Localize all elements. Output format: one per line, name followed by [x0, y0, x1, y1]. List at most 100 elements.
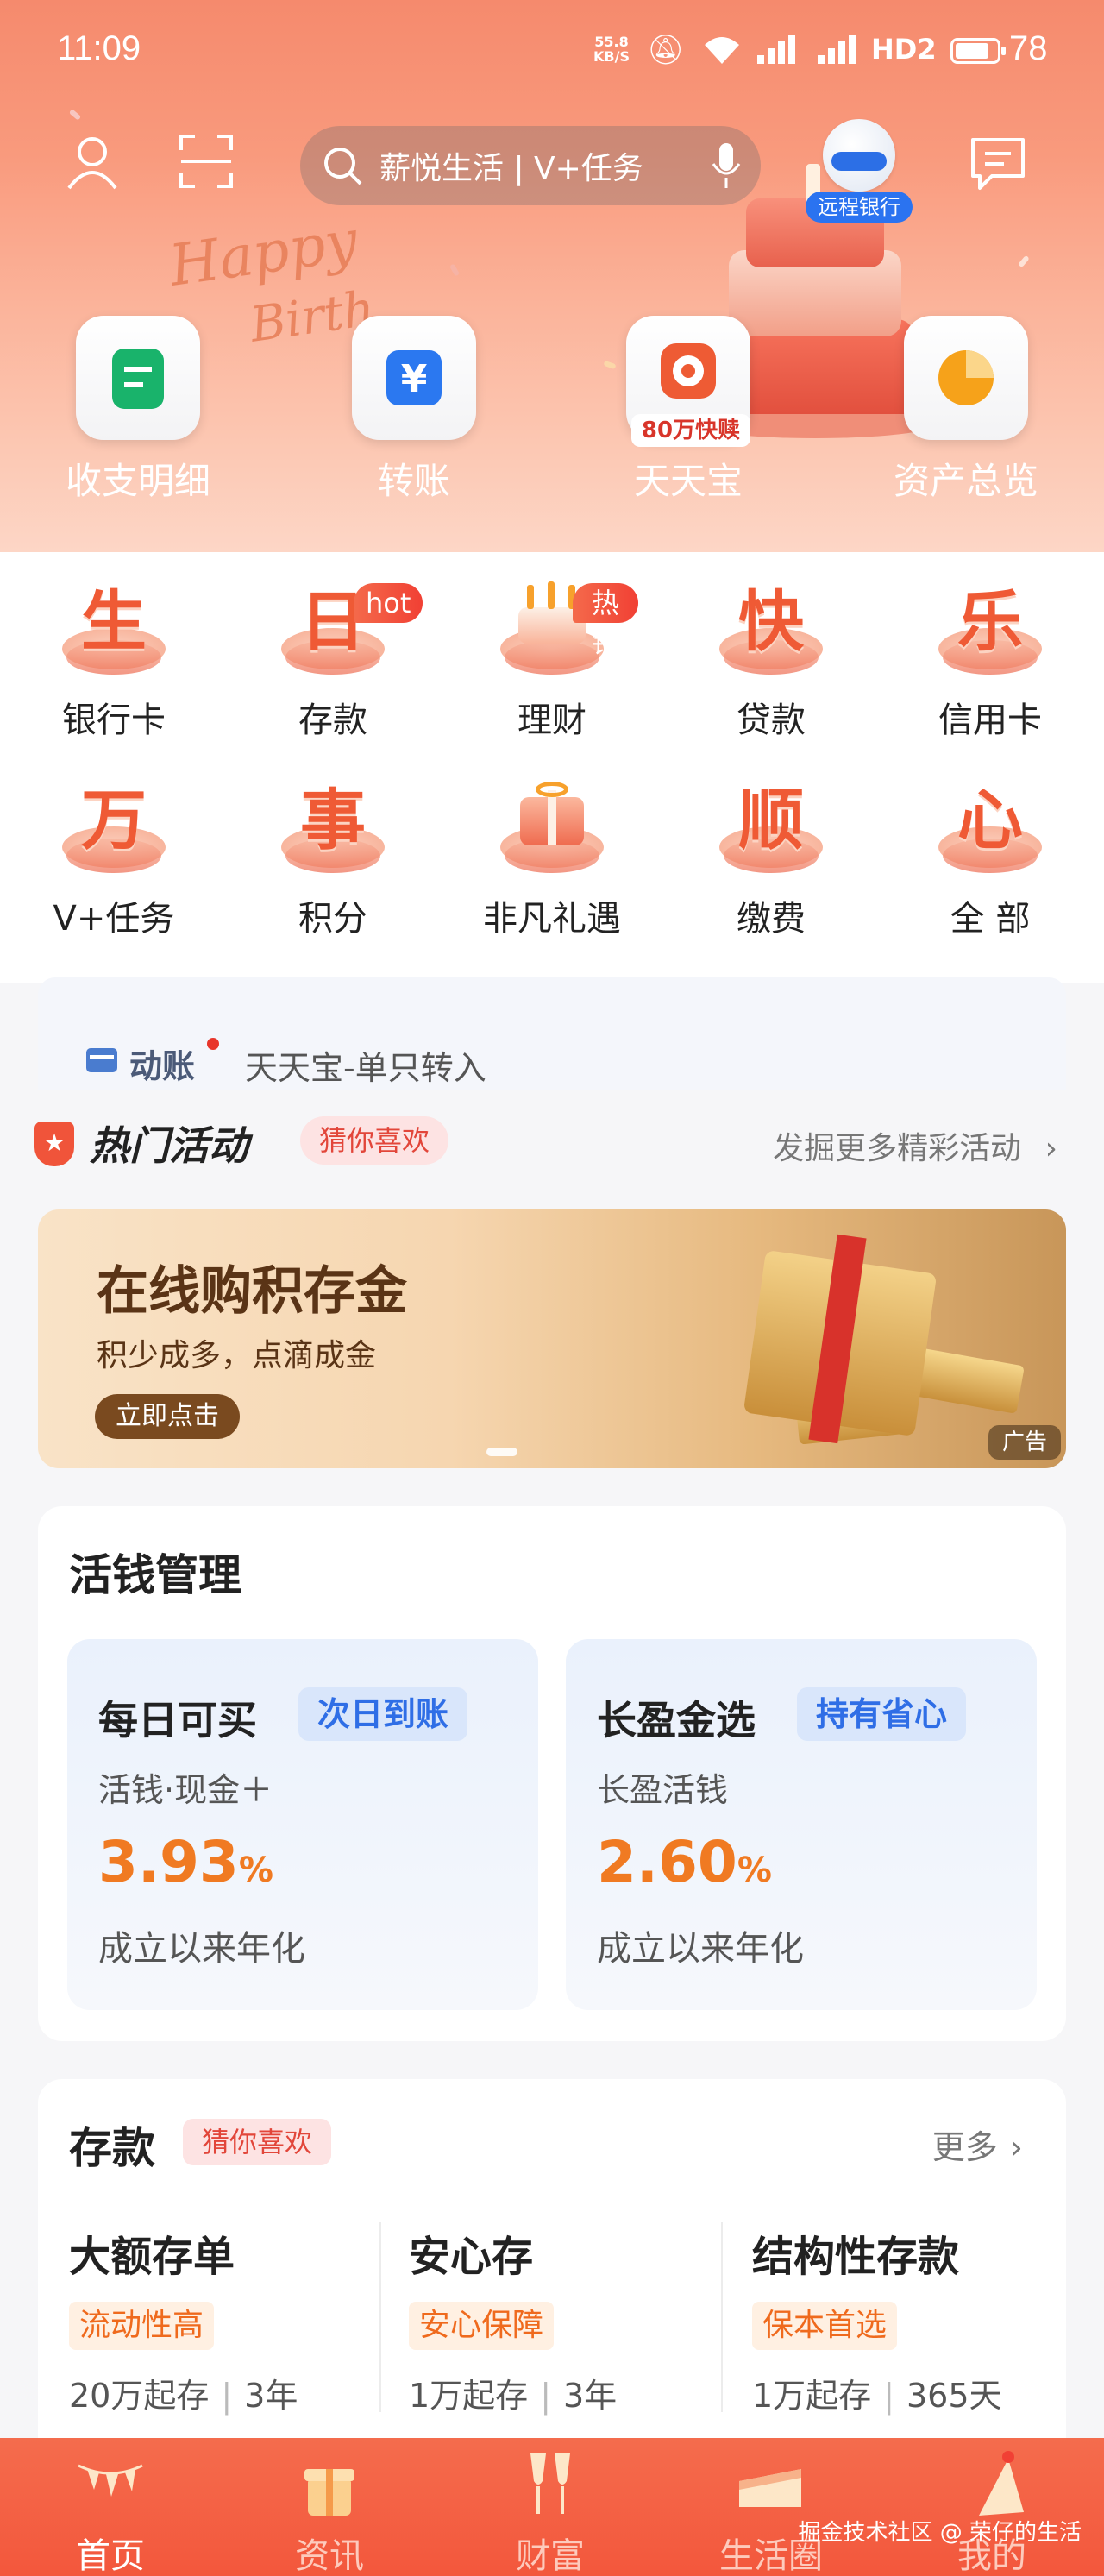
wifi-icon — [705, 37, 739, 64]
tab-home[interactable]: 首页 — [33, 2447, 188, 2576]
confetti — [603, 360, 617, 370]
deposit-tag: 安心保障 — [409, 2302, 555, 2350]
quick-action-assets[interactable]: 资产总览 — [894, 316, 1038, 505]
remote-bank-label: 远程银行 — [806, 192, 913, 223]
signal-icons: 🔕︎ — [647, 33, 693, 67]
confetti — [1018, 254, 1030, 268]
party-hat-icon — [979, 2451, 1024, 2516]
tab-news[interactable]: 资讯 — [252, 2447, 407, 2576]
banner-cta-button[interactable]: 立即点击 — [95, 1394, 240, 1439]
product-pill: 次日到账 — [298, 1687, 468, 1741]
product-card[interactable]: 长盈金选 持有省心 长盈活钱 2.60% 成立以来年化 — [566, 1639, 1037, 2010]
service-all[interactable]: 心 全 部 — [904, 773, 1076, 940]
quick-action-label: 资产总览 — [893, 460, 1038, 502]
divider — [380, 2222, 381, 2412]
gift-box-icon — [496, 773, 608, 885]
quick-action-ledger[interactable]: 收支明细 — [66, 316, 210, 505]
deposit-tag: 流动性高 — [69, 2302, 215, 2350]
activities-title: 热门活动 — [90, 1122, 248, 1169]
banner-subtitle: 积少成多，点滴成金 — [97, 1338, 377, 1373]
watermark-text: 掘金技术社区 @ 荣仔的生活 — [798, 2520, 1082, 2546]
user-profile-icon[interactable] — [62, 131, 122, 192]
service-wealth[interactable]: 热销 理财 — [466, 575, 638, 742]
tab-life[interactable]: 生活圈 — [693, 2447, 849, 2576]
service-privileges[interactable]: 非凡礼遇 — [466, 773, 638, 940]
chevron-right-icon: › — [1044, 1131, 1057, 1166]
hot-tag: hot — [354, 583, 423, 623]
search-input[interactable]: 薪悦生活 | V+任务 — [300, 126, 761, 205]
status-time: 11:09 — [57, 29, 141, 67]
cake-slice-icon — [739, 2469, 801, 2507]
deposit-item[interactable]: 安心存 安心保障 1万起存 | 3年 — [409, 2222, 737, 2416]
unread-dot — [207, 1038, 219, 1050]
tab-wealth[interactable]: 财富 — [473, 2447, 628, 2576]
divider — [721, 2222, 723, 2412]
deposit-more-link[interactable]: 更多 › — [932, 2120, 1023, 2168]
gold-promo-banner[interactable]: 在线购积存金 积少成多，点滴成金 立即点击 广告 — [38, 1209, 1066, 1468]
yuan-transfer-icon: ¥ — [352, 316, 476, 440]
search-icon — [324, 148, 362, 185]
v-task-icon: 万 — [58, 773, 170, 885]
more-activities-link[interactable]: 发掘更多精彩活动 › — [773, 1123, 1057, 1168]
service-points[interactable]: 事 积分 — [247, 773, 419, 940]
hd-label: HD2 — [871, 33, 937, 66]
remote-bank-button[interactable]: 远程银行 — [806, 114, 913, 226]
activities-header: ★ 热门活动 猜你喜欢 发掘更多精彩活动 › — [0, 1094, 1104, 1197]
message-icon[interactable] — [968, 133, 1028, 193]
search-placeholder: 薪悦生活 | V+任务 — [380, 151, 643, 186]
microphone-icon[interactable] — [711, 141, 742, 190]
scan-icon[interactable] — [176, 131, 236, 192]
tab-mine[interactable]: 我的 — [914, 2447, 1070, 2576]
service-v-task[interactable]: 万 V+任务 — [28, 773, 200, 940]
net-speed: 55.8 KB/S — [593, 34, 630, 65]
all-services-icon: 心 — [934, 773, 1046, 885]
service-bank-card[interactable]: 生 银行卡 — [28, 575, 200, 742]
service-deposit[interactable]: 日 hot 存款 — [247, 575, 423, 742]
yield-rate: 2.60% — [597, 1829, 772, 1895]
product-card[interactable]: 每日可买 次日到账 活钱·现金＋ 3.93% 成立以来年化 — [67, 1639, 538, 2010]
chevron-right-icon: › — [1009, 2128, 1023, 2166]
banner-title: 在线购积存金 — [97, 1261, 407, 1322]
ad-label: 广告 — [988, 1425, 1061, 1460]
hero-header: Happy Birth 11:09 55.8 KB/S 🔕︎ HD2 78 薪悦… — [0, 0, 1104, 552]
quick-action-badge: 80万快赎 — [631, 414, 750, 447]
signal-strength-icon — [757, 35, 795, 64]
liquid-money-card: 活钱管理 每日可买 次日到账 活钱·现金＋ 3.93% 成立以来年化 长盈金选 … — [38, 1506, 1066, 2041]
hot-sale-tag: 热销 — [573, 583, 638, 659]
ledger-icon — [76, 316, 200, 440]
quick-action-label: 收支明细 — [65, 460, 210, 502]
credit-card-icon: 乐 — [934, 575, 1046, 687]
transaction-notice[interactable]: 动账 天天宝-单只转入 — [38, 977, 1066, 1090]
card-icon — [86, 1048, 117, 1072]
signal-strength-icon-2 — [818, 35, 856, 64]
loan-icon: 快 — [715, 575, 827, 687]
champagne-glasses-icon — [530, 2453, 570, 2514]
notice-message: 天天宝-单只转入 — [245, 1049, 486, 1087]
product-pill: 持有省心 — [797, 1687, 967, 1741]
quick-action-tiantianbao[interactable]: 80万快赎 天天宝 — [626, 316, 750, 505]
deposit-tag: 保本首选 — [752, 2302, 898, 2350]
confetti — [68, 109, 82, 121]
bank-card-icon: 生 — [58, 575, 170, 687]
deposit-item[interactable]: 结构性存款 保本首选 1万起存 | 365天 — [752, 2222, 1080, 2416]
pie-chart-icon — [904, 316, 1028, 440]
cloud-wallet-icon: 80万快赎 — [626, 316, 750, 447]
quick-action-label: 转账 — [377, 460, 450, 502]
service-loan[interactable]: 快 贷款 — [685, 575, 857, 742]
deposit-item[interactable]: 大额存单 流动性高 20万起存 | 3年 — [69, 2222, 397, 2416]
liquid-money-title: 活钱管理 — [69, 1550, 242, 1600]
star-badge-icon: ★ — [34, 1122, 74, 1166]
points-icon: 事 — [277, 773, 389, 885]
deposit-card: 存款 猜你喜欢 更多 › 大额存单 流动性高 20万起存 | 3年 安心存 安心保障 … — [38, 2079, 1066, 2476]
party-flags-icon — [78, 2464, 143, 2497]
bottom-tab-bar: 首页 资讯 财富 生活圈 我的 掘金技术社区 @ 荣仔的生活 — [0, 2438, 1104, 2576]
svg-text:¥: ¥ — [401, 357, 428, 401]
status-bar: 11:09 55.8 KB/S 🔕︎ HD2 78 — [0, 0, 1104, 104]
battery-icon — [950, 38, 1006, 64]
service-payment[interactable]: 顺 缴费 — [685, 773, 857, 940]
guess-you-like-tag: 猜你喜欢 — [300, 1116, 449, 1165]
service-credit-card[interactable]: 乐 信用卡 — [904, 575, 1076, 742]
quick-action-transfer[interactable]: ¥ 转账 — [352, 316, 476, 505]
service-grid: 生 银行卡 日 hot 存款 热销 理财 快 贷款 乐 信用卡 万 V+任务 事… — [0, 552, 1104, 983]
yield-rate: 3.93% — [98, 1829, 273, 1895]
